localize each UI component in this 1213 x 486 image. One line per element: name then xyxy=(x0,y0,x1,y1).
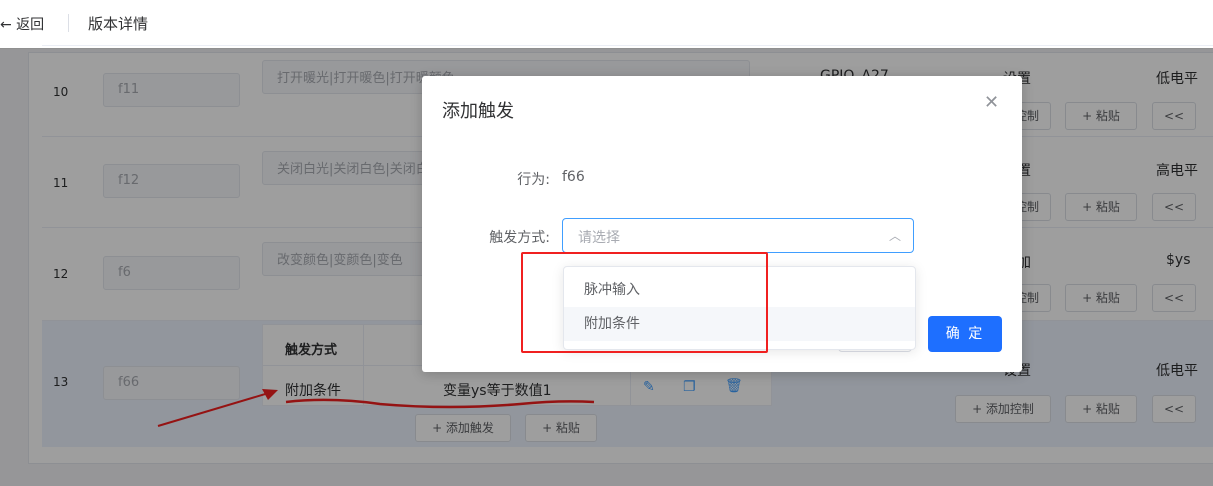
select-placeholder: 请选择 xyxy=(578,230,620,246)
trigger-type-select[interactable]: 请选择 ︿ xyxy=(562,218,914,253)
trigger-type-label: 触发方式: xyxy=(489,230,550,246)
dialog-title: 添加触发 xyxy=(442,101,514,122)
close-icon[interactable]: ✕ xyxy=(984,92,999,113)
confirm-button[interactable]: 确 定 xyxy=(928,316,1002,352)
behavior-value: f66 xyxy=(562,169,585,185)
highlight-annotation-box xyxy=(521,252,768,353)
chevron-up-icon: ︿ xyxy=(888,229,901,243)
behavior-label: 行为: xyxy=(517,172,550,188)
